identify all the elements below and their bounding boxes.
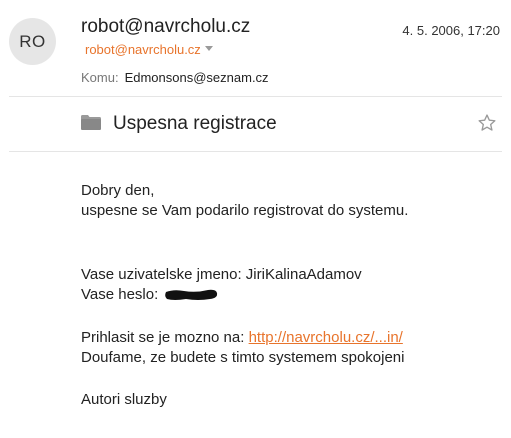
message-subject: Uspesna registrace [113, 113, 277, 134]
login-prefix: Prihlasit se je mozno na: [81, 329, 245, 346]
recipient-label: Komu: [81, 70, 119, 85]
message-body-intro: Dobry den, uspesne se Vam podarilo regis… [81, 181, 408, 221]
star-icon[interactable] [477, 113, 497, 133]
divider [9, 96, 502, 97]
registration-line: uspesne se Vam podarilo registrovat do s… [81, 202, 409, 219]
folder-icon [81, 115, 101, 130]
message-date: 4. 5. 2006, 17:20 [402, 23, 500, 38]
sender-address-dropdown[interactable]: robot@navrcholu.cz [85, 42, 213, 57]
username-line: Vase uzivatelske jmeno: JiriKalinaAdamov [81, 266, 362, 283]
recipient-address: Edmonsons@seznam.cz [124, 70, 269, 85]
avatar-initials: RO [19, 31, 46, 51]
login-block: Prihlasit se je mozno na: http://navrcho… [81, 328, 404, 368]
login-line: Prihlasit se je mozno na: http://navrcho… [81, 328, 404, 348]
password-line: Vase heslo: [81, 285, 362, 305]
login-link[interactable]: http://navrcholu.cz/...in/ [249, 329, 403, 346]
redaction-mark [165, 289, 218, 300]
satisfaction-line: Doufame, ze budete s timto systemem spok… [81, 349, 405, 366]
sender-address[interactable]: robot@navrcholu.cz [85, 42, 201, 57]
sender-name: robot@navrcholu.cz [81, 16, 251, 37]
password-label: Vase heslo: [81, 286, 159, 303]
recipient-row: Komu: Edmonsons@seznam.cz [81, 70, 269, 85]
divider [9, 151, 502, 152]
signature: Autori sluzby [81, 391, 167, 408]
avatar: RO [9, 18, 56, 65]
credentials-block: Vase uzivatelske jmeno: JiriKalinaAdamov… [81, 265, 362, 305]
greeting-line: Dobry den, [81, 182, 155, 199]
chevron-down-icon[interactable] [204, 46, 213, 51]
